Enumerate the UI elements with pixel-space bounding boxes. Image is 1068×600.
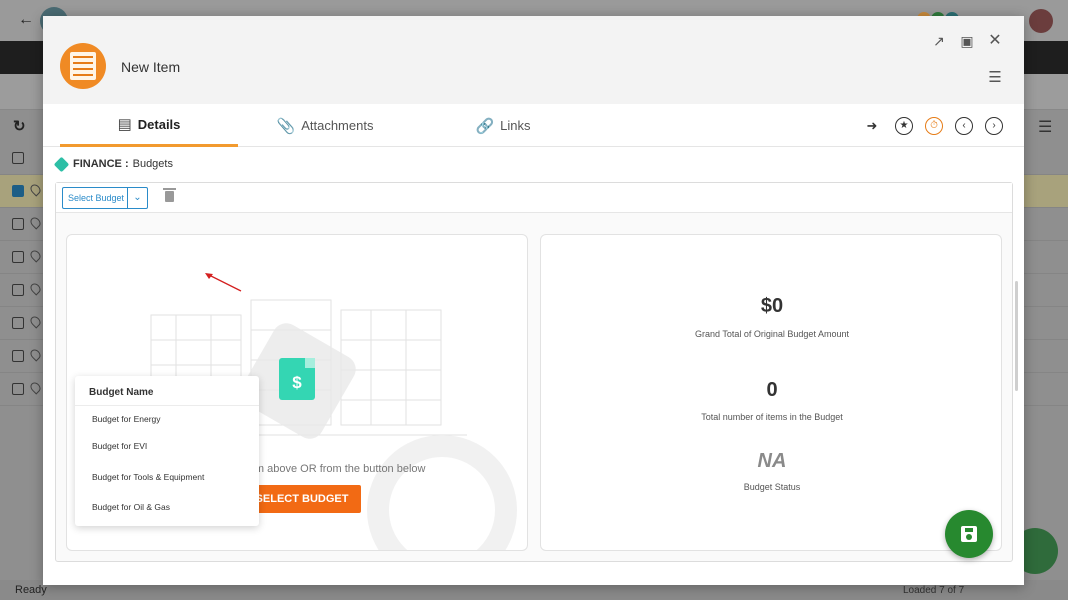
dropdown-item-energy[interactable]: Budget for Energy xyxy=(92,414,161,424)
row-checkbox[interactable] xyxy=(12,383,24,395)
chevron-down-icon[interactable]: ⌄ xyxy=(127,188,147,208)
maximize-icon[interactable]: ▣ xyxy=(958,32,976,50)
items-count-value: 0 xyxy=(766,379,778,401)
budget-summary-card: $0 Grand Total of Original Budget Amount… xyxy=(540,234,1002,551)
item-logo-icon xyxy=(60,43,106,89)
details-icon: ▤ xyxy=(117,116,132,133)
location-pin-icon xyxy=(28,248,43,263)
dropdown-item-oil-gas[interactable]: Budget for Oil & Gas xyxy=(92,502,170,512)
prev-icon[interactable]: ‹ xyxy=(955,117,973,135)
save-button[interactable] xyxy=(945,510,993,558)
new-item-modal: New Item ↗ ▣ ✕ ☰ ▤ Details 📎 Attachments… xyxy=(43,16,1024,585)
loaded-count: Loaded 7 of 7 xyxy=(903,585,965,596)
row-checkbox[interactable] xyxy=(12,251,24,263)
link-icon: 🔗 xyxy=(475,117,495,135)
location-pin-icon xyxy=(28,215,43,230)
external-link-icon[interactable]: ↗ xyxy=(930,32,948,50)
tab-label: Attachments xyxy=(301,118,374,133)
grand-total-label: Grand Total of Original Budget Amount xyxy=(695,329,849,339)
back-arrow-icon[interactable]: ← xyxy=(18,11,34,29)
row-checkbox[interactable] xyxy=(12,350,24,362)
location-pin-icon xyxy=(28,380,43,395)
dropdown-item-tools[interactable]: Budget for Tools & Equipment xyxy=(92,472,204,482)
timer-icon[interactable]: ⏱ xyxy=(925,117,943,135)
breadcrumb-module: FINANCE : xyxy=(73,158,129,170)
star-icon[interactable]: ★ xyxy=(895,117,913,135)
save-disk-icon xyxy=(961,526,977,542)
location-pin-icon xyxy=(28,281,43,296)
selector-bar: Select Budget ⌄ xyxy=(56,183,1012,213)
user-avatar[interactable] xyxy=(1029,9,1053,33)
dropdown-item-evi[interactable]: Budget for EVI xyxy=(92,441,147,451)
select-budget-dropdown[interactable]: Select Budget ⌄ xyxy=(62,187,148,209)
dropdown-header: Budget Name xyxy=(75,376,259,406)
location-pin-icon xyxy=(28,314,43,329)
dollar-document-icon: $ xyxy=(279,358,315,400)
tab-details[interactable]: ▤ Details xyxy=(60,104,238,147)
breadcrumb: FINANCE : Budgets xyxy=(53,156,173,172)
row-checkbox[interactable] xyxy=(12,185,24,197)
trash-icon[interactable] xyxy=(163,188,176,202)
modal-header: New Item ↗ ▣ ✕ ☰ xyxy=(43,16,1024,104)
grand-total-value: $0 xyxy=(760,295,784,317)
hamburger-menu-icon[interactable]: ☰ xyxy=(986,69,1004,87)
location-pin-icon xyxy=(28,347,43,362)
scrollbar[interactable] xyxy=(1015,281,1018,391)
tab-links[interactable]: 🔗 Links xyxy=(473,104,533,147)
annotation-arrow xyxy=(205,273,242,292)
row-checkbox[interactable] xyxy=(12,218,24,230)
modal-title: New Item xyxy=(121,59,181,75)
select-budget-button[interactable]: SELECT BUDGET xyxy=(243,485,361,513)
budget-dropdown-menu: Budget Name Budget for Energy Budget for… xyxy=(75,376,259,526)
next-icon[interactable]: › xyxy=(985,117,1003,135)
hamburger-menu-icon[interactable]: ☰ xyxy=(1038,117,1052,137)
tag-icon xyxy=(53,156,70,172)
tab-attachments[interactable]: 📎 Attachments xyxy=(275,104,375,147)
budget-panel: Select Budget ⌄ $ Select Budget from abo… xyxy=(55,182,1013,562)
tab-bar: ▤ Details 📎 Attachments 🔗 Links ➜ ★ ⏱ ‹ … xyxy=(43,104,1024,147)
budget-status-value: NA xyxy=(757,450,787,472)
select-budget-label: Select Budget xyxy=(68,193,125,203)
items-count-label: Total number of items in the Budget xyxy=(701,412,843,422)
status-text: Ready xyxy=(15,584,47,596)
row-checkbox[interactable] xyxy=(12,317,24,329)
breadcrumb-section: Budgets xyxy=(132,158,173,170)
tab-label: Details xyxy=(137,116,181,132)
row-checkbox[interactable] xyxy=(12,284,24,296)
row-checkbox[interactable] xyxy=(12,152,24,164)
share-icon[interactable]: ➜ xyxy=(863,117,881,135)
watermark-icon xyxy=(367,435,517,550)
budget-status-label: Budget Status xyxy=(743,482,801,492)
refresh-icon[interactable]: ↻ xyxy=(13,117,26,135)
close-icon[interactable]: ✕ xyxy=(986,32,1004,50)
paperclip-icon: 📎 xyxy=(276,117,296,135)
location-pin-icon xyxy=(28,182,43,197)
tab-label: Links xyxy=(500,118,531,133)
